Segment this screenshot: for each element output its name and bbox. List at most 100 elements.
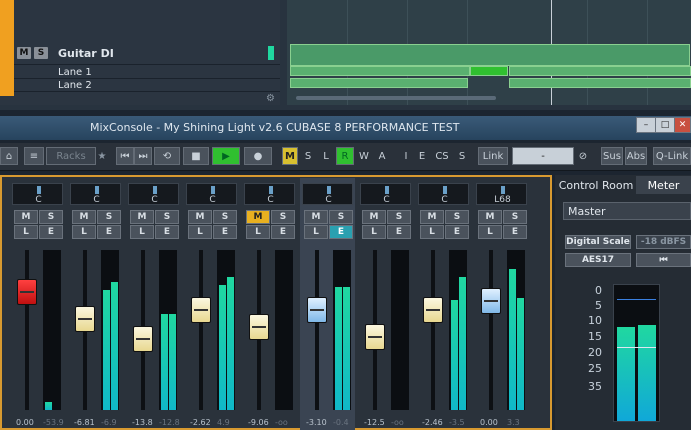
channel-listen-button[interactable]: L <box>246 225 270 239</box>
peak-value[interactable]: -oo <box>275 418 288 427</box>
channel-edit-button[interactable]: E <box>329 225 353 239</box>
racks-dropdown[interactable]: Racks <box>46 147 96 165</box>
channel-listen-button[interactable]: L <box>14 225 38 239</box>
reset-link-icon[interactable]: ⊘ <box>576 147 590 165</box>
volume-fader[interactable] <box>75 306 95 333</box>
channel-mute-button[interactable]: M <box>188 210 212 224</box>
channel-listen-button[interactable]: L <box>362 225 386 239</box>
track-row-lane-1[interactable]: Lane 1 <box>14 66 280 79</box>
volume-fader[interactable] <box>481 287 501 314</box>
stop-icon[interactable]: ■ <box>183 147 209 165</box>
channel-edit-button[interactable]: E <box>271 225 295 239</box>
channel-solo-button[interactable]: S <box>39 210 63 224</box>
channel-strip[interactable]: C M S L E -13.8 -12.8 <box>126 178 181 430</box>
track-row-guitar-di[interactable]: M S Guitar DI <box>14 42 280 65</box>
listen-button[interactable]: L <box>318 147 334 165</box>
channel-listen-button[interactable]: L <box>188 225 212 239</box>
menu-icon[interactable]: ≡ <box>24 147 44 165</box>
lane-2-clip-2[interactable] <box>509 78 691 88</box>
maximize-button[interactable]: □ <box>655 117 675 133</box>
tab-meter[interactable]: Meter <box>636 176 691 194</box>
pan-control[interactable]: C <box>244 183 295 205</box>
volume-fader[interactable] <box>249 314 269 341</box>
lane-1-clip[interactable] <box>290 66 470 76</box>
pan-control[interactable]: C <box>128 183 179 205</box>
channel-strip[interactable]: C M S L E -2.62 4.9 <box>184 178 239 430</box>
volume-fader[interactable] <box>307 296 327 323</box>
quick-link-button[interactable]: Q-Link <box>653 147 691 165</box>
dbfs-select[interactable]: -18 dBFS <box>636 235 691 249</box>
close-button[interactable]: ✕ <box>674 117 691 133</box>
channel-edit-button[interactable]: E <box>39 225 63 239</box>
channel-strip[interactable]: C M S L E -3.10 -0.4 <box>300 178 355 430</box>
channel-solo-button[interactable]: S <box>213 210 237 224</box>
channel-strip[interactable]: L68 M S L E 0.00 3.3 <box>474 178 529 430</box>
minimize-button[interactable]: – <box>636 117 656 133</box>
lane-1-clip-2[interactable] <box>509 66 691 76</box>
write-automation-button[interactable]: W <box>356 147 372 165</box>
peak-value[interactable]: -12.8 <box>159 418 180 427</box>
channel-strip[interactable]: C M S L E -2.46 -3.5 <box>416 178 471 430</box>
channel-mute-button[interactable]: M <box>478 210 502 224</box>
channel-strip[interactable]: C M S L E -6.81 -6.9 <box>68 178 123 430</box>
mute-all-button[interactable]: M <box>282 147 298 165</box>
channel-strip[interactable]: C M S L E -12.5 -oo <box>358 178 413 430</box>
peak-value[interactable]: -6.9 <box>101 418 117 427</box>
aes17-button[interactable]: AES17 <box>565 253 631 267</box>
peak-value[interactable]: -53.9 <box>43 418 64 427</box>
pan-control[interactable]: L68 <box>476 183 527 205</box>
channel-listen-button[interactable]: L <box>420 225 444 239</box>
racks-star-icon[interactable]: ★ <box>97 147 107 165</box>
link-group-select[interactable]: - <box>512 147 574 165</box>
channel-mute-button[interactable]: M <box>304 210 328 224</box>
output-select[interactable]: Master <box>563 202 691 220</box>
horizontal-scrollbar[interactable] <box>296 96 496 100</box>
settings-gear-icon[interactable]: ⚙ <box>266 93 275 104</box>
peak-value[interactable]: 4.9 <box>217 418 230 427</box>
automation-mode-button[interactable]: A <box>374 147 390 165</box>
go-to-start-icon[interactable]: ⏮ <box>116 147 134 165</box>
channel-edit-button[interactable]: E <box>445 225 469 239</box>
peak-value[interactable]: 3.3 <box>507 418 520 427</box>
input-monitor-button[interactable]: I <box>400 147 412 165</box>
channel-settings-button[interactable]: CS <box>432 147 452 165</box>
channel-mute-button[interactable]: M <box>246 210 270 224</box>
pan-control[interactable]: C <box>186 183 237 205</box>
sync-button[interactable]: S <box>456 147 468 165</box>
channel-mute-button[interactable]: M <box>420 210 444 224</box>
track-mute-button[interactable]: M <box>17 47 31 59</box>
volume-value[interactable]: 0.00 <box>480 418 498 427</box>
go-to-end-icon[interactable]: ⏭ <box>134 147 152 165</box>
channel-strip[interactable]: C M S L E 0.00 -53.9 <box>10 178 65 430</box>
cycle-icon[interactable]: ⟲ <box>154 147 180 165</box>
channel-edit-button[interactable]: E <box>503 225 527 239</box>
channel-mute-button[interactable]: M <box>14 210 38 224</box>
audio-waveform-clip[interactable] <box>290 44 690 66</box>
channel-listen-button[interactable]: L <box>130 225 154 239</box>
volume-value[interactable]: -6.81 <box>74 418 95 427</box>
volume-value[interactable]: -3.10 <box>306 418 327 427</box>
volume-value[interactable]: 0.00 <box>16 418 34 427</box>
channel-mute-button[interactable]: M <box>130 210 154 224</box>
volume-fader[interactable] <box>17 279 37 306</box>
link-button[interactable]: Link <box>478 147 508 165</box>
channel-mute-button[interactable]: M <box>72 210 96 224</box>
lane-1-clip-selected[interactable] <box>470 66 508 76</box>
pan-control[interactable]: C <box>360 183 411 205</box>
peak-value[interactable]: -3.5 <box>449 418 465 427</box>
volume-value[interactable]: -2.62 <box>190 418 211 427</box>
channel-solo-button[interactable]: S <box>387 210 411 224</box>
pan-control[interactable]: C <box>418 183 469 205</box>
volume-fader[interactable] <box>133 326 153 353</box>
read-automation-button[interactable]: R <box>336 147 354 165</box>
volume-value[interactable]: -12.5 <box>364 418 385 427</box>
play-icon[interactable]: ▶ <box>212 147 240 165</box>
peak-value[interactable]: -oo <box>391 418 404 427</box>
solo-all-button[interactable]: S <box>300 147 316 165</box>
channel-solo-button[interactable]: S <box>503 210 527 224</box>
reset-meter-icon[interactable]: ⏮ <box>636 253 691 267</box>
channel-strip[interactable]: C M S L E -9.06 -oo <box>242 178 297 430</box>
record-icon[interactable]: ● <box>244 147 272 165</box>
volume-value[interactable]: -13.8 <box>132 418 153 427</box>
channel-edit-button[interactable]: E <box>213 225 237 239</box>
